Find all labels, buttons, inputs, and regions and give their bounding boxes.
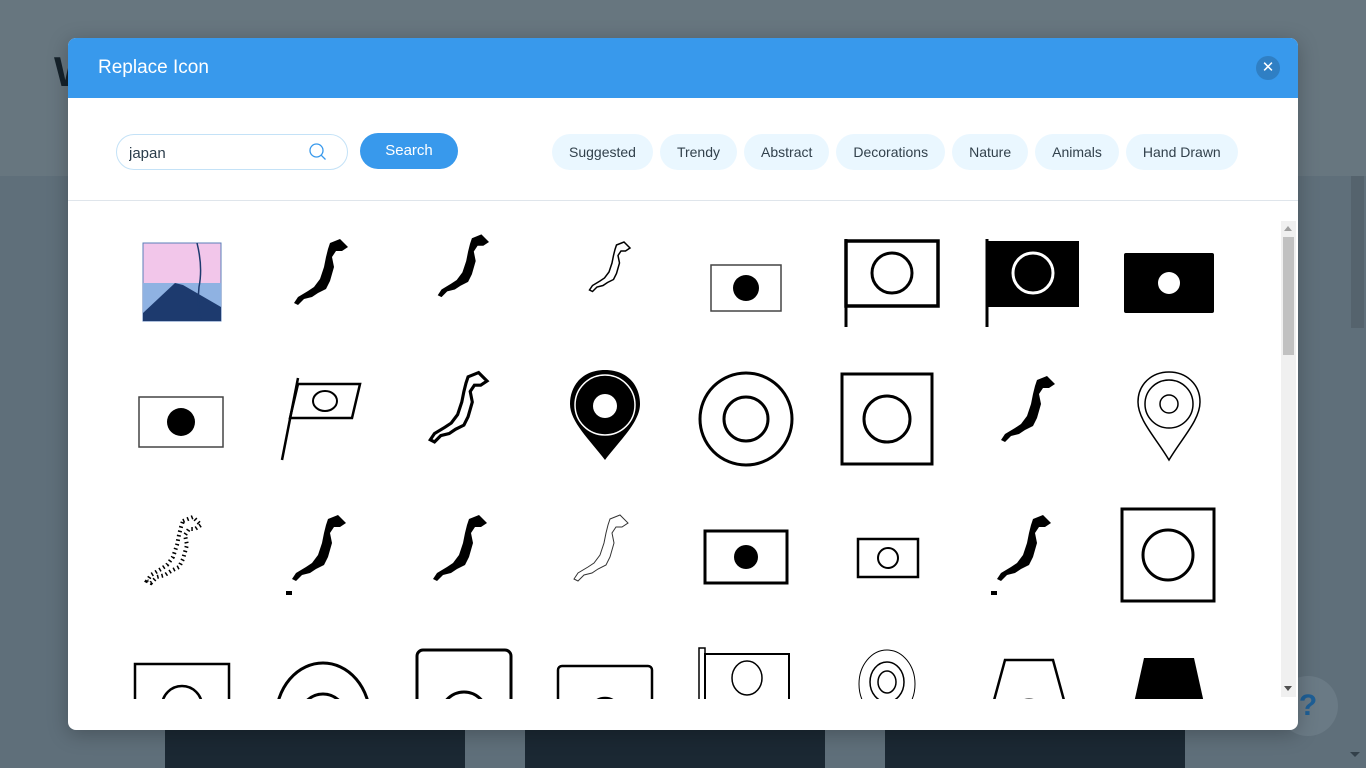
icon-option[interactable] [1098,487,1239,624]
japan-map-pixel-2-icon [990,514,1051,595]
icon-option[interactable] [393,350,534,487]
search-input[interactable] [129,142,299,164]
icon-option[interactable] [534,213,675,350]
flag-partial-icon [133,662,230,699]
category-chip[interactable]: Suggested [552,134,653,170]
japan-map-line-icon [572,513,629,582]
icon-option[interactable] [957,487,1098,624]
map-pin-filled-icon [569,369,640,460]
icon-option[interactable] [816,213,957,350]
japan-map-silhouette-icon [293,238,348,305]
dialog-header: Replace Icon ✕ [68,38,1298,98]
category-chip[interactable]: Hand Drawn [1125,134,1238,170]
icon-option[interactable] [534,350,675,487]
page-scrollbar[interactable] [1351,176,1364,328]
pin-rings-icon [858,649,915,699]
dialog-title: Replace Icon [98,57,209,78]
square-circle-icon [840,372,933,465]
icon-option[interactable] [111,487,252,624]
icon-option[interactable] [957,624,1098,699]
close-icon: ✕ [1261,59,1275,76]
icon-option[interactable] [393,487,534,624]
icon-option[interactable] [111,350,252,487]
results-scrollbar[interactable] [1281,221,1296,697]
category-chip[interactable]: Decorations [836,134,946,170]
rounded-square-circle-icon [415,648,512,699]
icon-option[interactable] [252,213,393,350]
arch-icon [276,661,369,699]
background-card [165,730,465,768]
icon-option[interactable] [252,350,393,487]
scroll-up-arrow-icon[interactable] [1284,226,1292,231]
icon-option[interactable] [816,624,957,699]
japan-flag-icon [137,395,224,448]
japan-flag-bold-icon [703,529,788,584]
rounded-flag-icon [556,664,653,699]
search-button[interactable]: Search [360,133,458,169]
category-chips: Suggested Trendy Abstract Decorations Nature… [552,134,1238,170]
japan-flag-pole-outline-icon [843,238,940,327]
search-toolbar: Search SuggestedTrendyAbstractDecoration… [68,98,1298,201]
japan-flag-waving-icon [280,377,362,460]
square-circle-large-icon [1120,507,1215,602]
icon-results [68,201,1298,699]
double-circle-icon [698,371,793,466]
scrollbar-thumb[interactable] [1283,237,1294,355]
icon-option[interactable] [1098,350,1239,487]
icon-option[interactable] [957,350,1098,487]
icon-option[interactable] [1098,624,1239,699]
japan-flag-small-icon [856,537,919,578]
mount-fuji-illustration-icon [142,242,221,321]
background-card [885,730,1185,768]
icon-option[interactable] [534,487,675,624]
icon-option[interactable] [675,487,816,624]
icon-option[interactable] [393,624,534,699]
icon-option[interactable] [816,350,957,487]
japan-map-outline-icon [427,370,489,444]
category-chip[interactable]: Trendy [659,134,738,170]
caret-down-icon [1350,752,1360,757]
icon-option[interactable] [111,624,252,699]
category-chip[interactable]: Abstract [744,134,830,170]
trapezoid-outline-icon [992,658,1065,699]
icon-option[interactable] [957,213,1098,350]
icon-option[interactable] [252,487,393,624]
japan-flag-pole-filled-icon [985,238,1079,327]
search-icon[interactable] [309,143,327,161]
icon-option[interactable] [393,213,534,350]
icon-option[interactable] [816,487,957,624]
japan-map-detailed-icon [437,233,489,297]
japan-map-dotted-icon [143,514,204,585]
japan-flag-filled-icon [1123,252,1214,313]
search-field[interactable] [116,134,348,170]
trapezoid-filled-icon [1134,657,1203,699]
icon-option[interactable] [111,213,252,350]
icon-option[interactable] [1098,213,1239,350]
replace-icon-dialog: Replace Icon ✕ Search SuggestedTrendyAbs… [68,38,1298,730]
close-button[interactable]: ✕ [1256,56,1280,80]
icon-option[interactable] [534,624,675,699]
icon-grid [111,213,1239,699]
japan-map-black-icon [432,514,487,581]
japan-flag-thin-icon [709,263,782,312]
scroll-down-arrow-icon[interactable] [1284,686,1292,691]
japan-map-outline-small-icon [587,240,631,292]
icon-option[interactable] [675,624,816,699]
category-chip[interactable]: Nature [952,134,1029,170]
japan-map-filled-icon [1000,375,1055,442]
icon-option[interactable] [675,213,816,350]
background-card [525,730,825,768]
icon-option[interactable] [675,350,816,487]
japan-map-pixel-icon [285,514,346,595]
icon-option[interactable] [252,624,393,699]
category-chip[interactable]: Animals [1035,134,1119,170]
map-pin-outline-icon [1136,370,1201,461]
flag-pole-partial-icon [697,646,790,699]
